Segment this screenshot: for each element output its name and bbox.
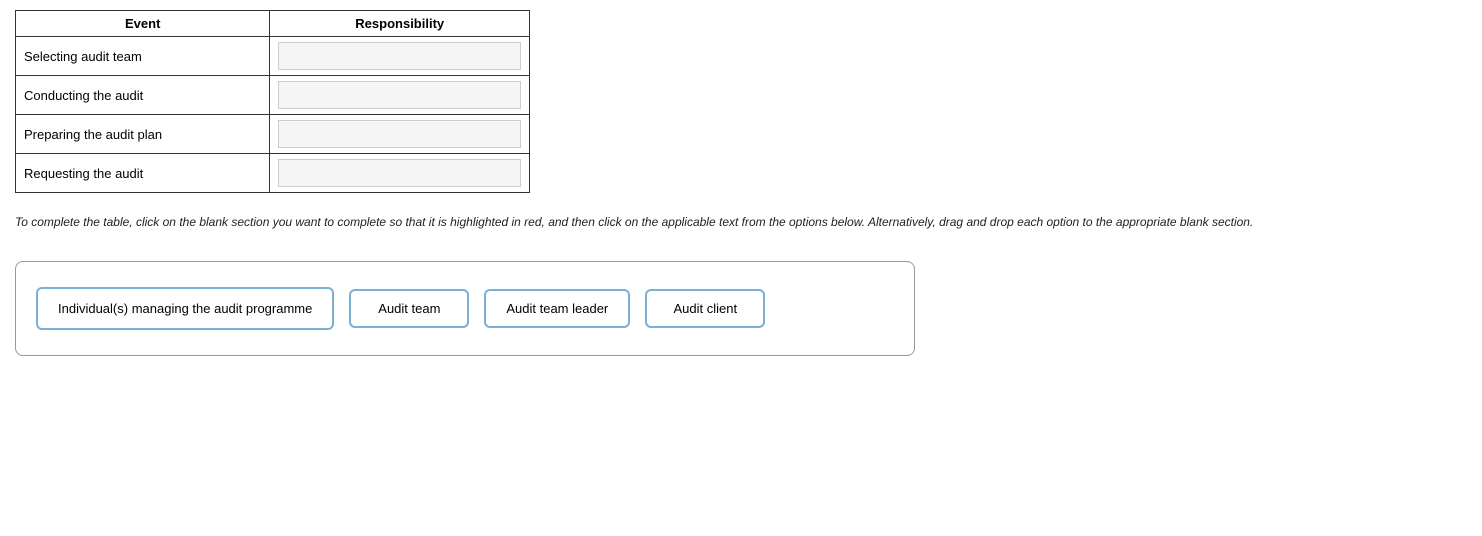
drop-box-2[interactable] xyxy=(278,120,521,148)
table-row: Preparing the audit plan xyxy=(16,115,530,154)
drop-box-0[interactable] xyxy=(278,42,521,70)
table-row: Requesting the audit xyxy=(16,154,530,193)
option-btn-audit-client[interactable]: Audit client xyxy=(645,289,765,328)
event-cell-1: Conducting the audit xyxy=(16,76,270,115)
drop-box-1[interactable] xyxy=(278,81,521,109)
option-btn-audit-team-leader[interactable]: Audit team leader xyxy=(484,289,630,328)
event-cell-3: Requesting the audit xyxy=(16,154,270,193)
option-btn-audit-team[interactable]: Audit team xyxy=(349,289,469,328)
table-row: Selecting audit team xyxy=(16,37,530,76)
table-header-event: Event xyxy=(16,11,270,37)
table-row: Conducting the audit xyxy=(16,76,530,115)
table-header-responsibility: Responsibility xyxy=(270,11,530,37)
event-cell-0: Selecting audit team xyxy=(16,37,270,76)
responsibility-cell-2[interactable] xyxy=(270,115,530,154)
audit-table: Event Responsibility Selecting audit tea… xyxy=(15,10,530,193)
responsibility-cell-3[interactable] xyxy=(270,154,530,193)
instructions-text: To complete the table, click on the blan… xyxy=(15,213,1415,231)
drop-box-3[interactable] xyxy=(278,159,521,187)
option-btn-managing[interactable]: Individual(s) managing the audit program… xyxy=(36,287,334,330)
responsibility-cell-1[interactable] xyxy=(270,76,530,115)
event-cell-2: Preparing the audit plan xyxy=(16,115,270,154)
responsibility-cell-0[interactable] xyxy=(270,37,530,76)
options-container: Individual(s) managing the audit program… xyxy=(15,261,915,356)
